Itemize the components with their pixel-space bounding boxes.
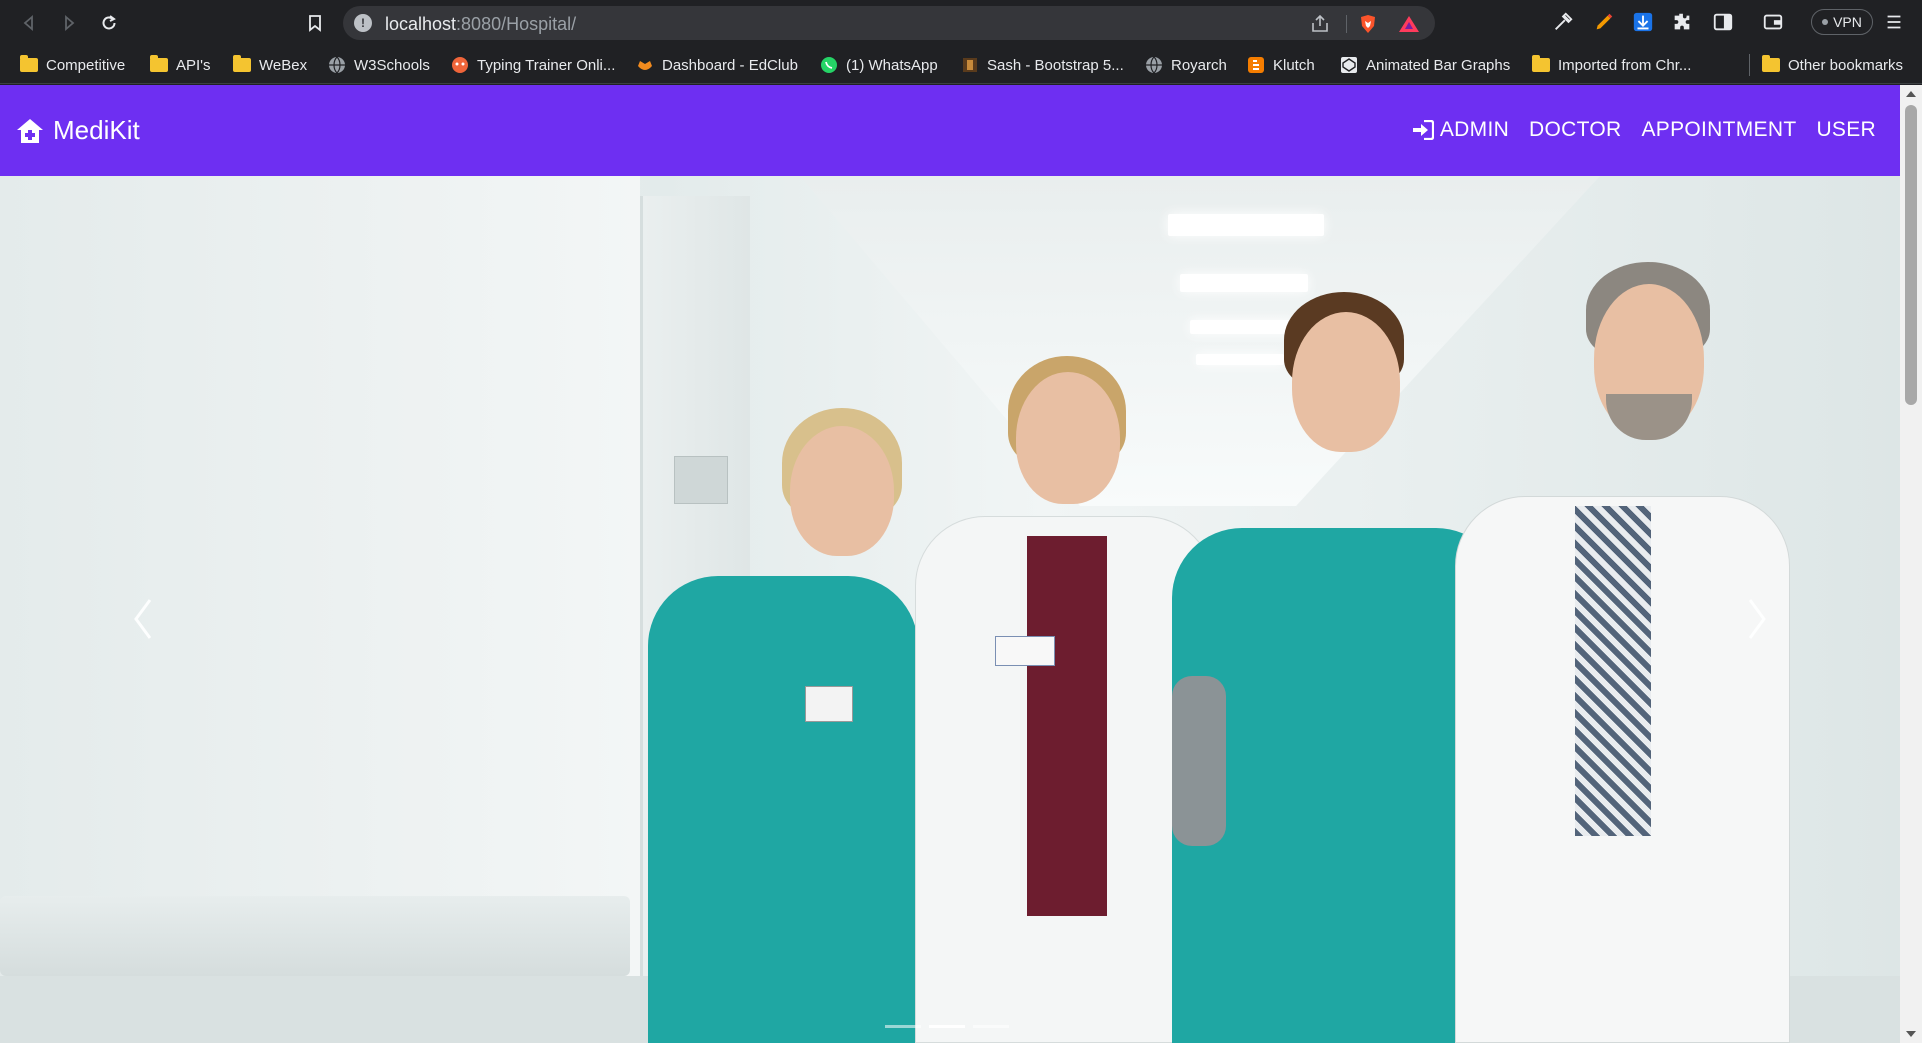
wallet-icon[interactable] — [1761, 10, 1785, 34]
brand-name: MediKit — [53, 115, 140, 145]
scroll-thumb[interactable] — [1905, 105, 1917, 405]
sash-icon — [961, 56, 979, 74]
bookmarks-divider — [1749, 54, 1750, 76]
vpn-label: VPN — [1833, 14, 1862, 30]
bookmark-typing-trainer[interactable]: Typing Trainer Onli... — [451, 53, 615, 77]
medical-house-icon — [17, 118, 43, 143]
download-extension-icon[interactable] — [1631, 10, 1655, 34]
back-icon[interactable] — [16, 10, 42, 36]
ceiling-light — [1190, 320, 1294, 334]
reload-icon[interactable] — [96, 10, 122, 36]
bookmark-whatsapp[interactable]: (1) WhatsApp — [820, 53, 938, 77]
whatsapp-icon — [820, 56, 838, 74]
url-divider — [1346, 15, 1347, 33]
folder-icon — [233, 55, 251, 74]
ceiling-light — [1196, 354, 1284, 365]
hero-carousel — [0, 176, 1900, 1043]
codepen-icon — [1340, 56, 1358, 74]
nav-user[interactable]: USER — [1816, 118, 1876, 142]
forward-icon[interactable] — [56, 10, 82, 36]
brand-link[interactable]: MediKit — [16, 115, 140, 146]
wall-handrail — [0, 896, 630, 976]
sidebar-toggle-icon[interactable] — [1711, 10, 1735, 34]
ceiling-light — [1180, 274, 1308, 292]
browser-menu-icon[interactable] — [1882, 10, 1906, 34]
bookmark-edclub[interactable]: Dashboard - EdClub — [636, 53, 798, 77]
scroll-down-arrow[interactable] — [1906, 1031, 1916, 1037]
bookmarks-bar: Competitive API's WeBex W3Schools Typing… — [0, 46, 1922, 84]
bookmark-animated-bar-graphs[interactable]: Animated Bar Graphs — [1340, 53, 1510, 77]
extensions-puzzle-icon[interactable] — [1670, 10, 1694, 34]
edclub-icon — [636, 56, 654, 74]
folder-icon — [1532, 55, 1550, 74]
scroll-up-arrow[interactable] — [1906, 91, 1916, 97]
site-info-icon[interactable]: ! — [354, 14, 372, 32]
site-navbar: MediKit ADMIN DOCTOR APPOINTMENT USER — [0, 85, 1900, 176]
address-bar[interactable]: ! localhost:8080/Hospital/ — [343, 6, 1435, 40]
brave-rewards-icon[interactable] — [1398, 15, 1420, 33]
login-icon — [1412, 120, 1434, 140]
main-menu: ADMIN DOCTOR APPOINTMENT USER — [1412, 118, 1876, 142]
typing-trainer-icon — [451, 56, 469, 74]
url-text[interactable]: localhost:8080/Hospital/ — [385, 14, 576, 35]
bookmark-webex[interactable]: WeBex — [233, 53, 307, 77]
bookmark-icon[interactable] — [302, 10, 328, 36]
carousel-next-icon[interactable] — [1742, 594, 1772, 644]
room-sign — [674, 456, 728, 504]
nav-doctor[interactable]: DOCTOR — [1529, 118, 1621, 142]
pen-extension-icon[interactable] — [1592, 10, 1616, 34]
globe-icon — [328, 56, 346, 74]
bookmark-klutch[interactable]: Klutch — [1247, 53, 1315, 77]
bookmark-competitive[interactable]: Competitive — [20, 53, 125, 77]
carousel-indicator[interactable] — [929, 1025, 965, 1028]
carousel-prev-icon[interactable] — [128, 594, 158, 644]
carousel-indicators — [885, 1025, 1009, 1028]
ceiling-light — [1168, 214, 1324, 236]
bookmark-apis[interactable]: API's — [150, 53, 211, 77]
folder-icon — [1762, 55, 1780, 74]
browser-toolbar: ! localhost:8080/Hospital/ VPN — [0, 0, 1922, 46]
page-viewport: MediKit ADMIN DOCTOR APPOINTMENT USER — [0, 85, 1922, 1043]
bookmark-sash[interactable]: Sash - Bootstrap 5... — [961, 53, 1124, 77]
bookmark-royarch[interactable]: Royarch — [1145, 53, 1227, 77]
vpn-button[interactable]: VPN — [1811, 9, 1873, 35]
brave-shields-icon[interactable] — [1358, 14, 1378, 34]
vpn-status-dot — [1822, 19, 1829, 25]
folder-icon — [150, 55, 168, 74]
folder-icon — [20, 55, 38, 74]
page-scrollbar[interactable] — [1900, 85, 1922, 1043]
carousel-indicator[interactable] — [973, 1025, 1009, 1028]
nav-appointment[interactable]: APPOINTMENT — [1641, 118, 1796, 142]
bookmark-imported[interactable]: Imported from Chr... — [1532, 53, 1691, 77]
bookmark-w3schools[interactable]: W3Schools — [328, 53, 430, 77]
eyedropper-extension-icon[interactable] — [1551, 10, 1575, 34]
nav-admin[interactable]: ADMIN — [1412, 118, 1509, 142]
carousel-indicator[interactable] — [885, 1025, 921, 1028]
blogger-icon — [1247, 56, 1265, 74]
share-icon[interactable] — [1309, 13, 1331, 35]
globe-icon — [1145, 56, 1163, 74]
other-bookmarks[interactable]: Other bookmarks — [1762, 53, 1903, 77]
